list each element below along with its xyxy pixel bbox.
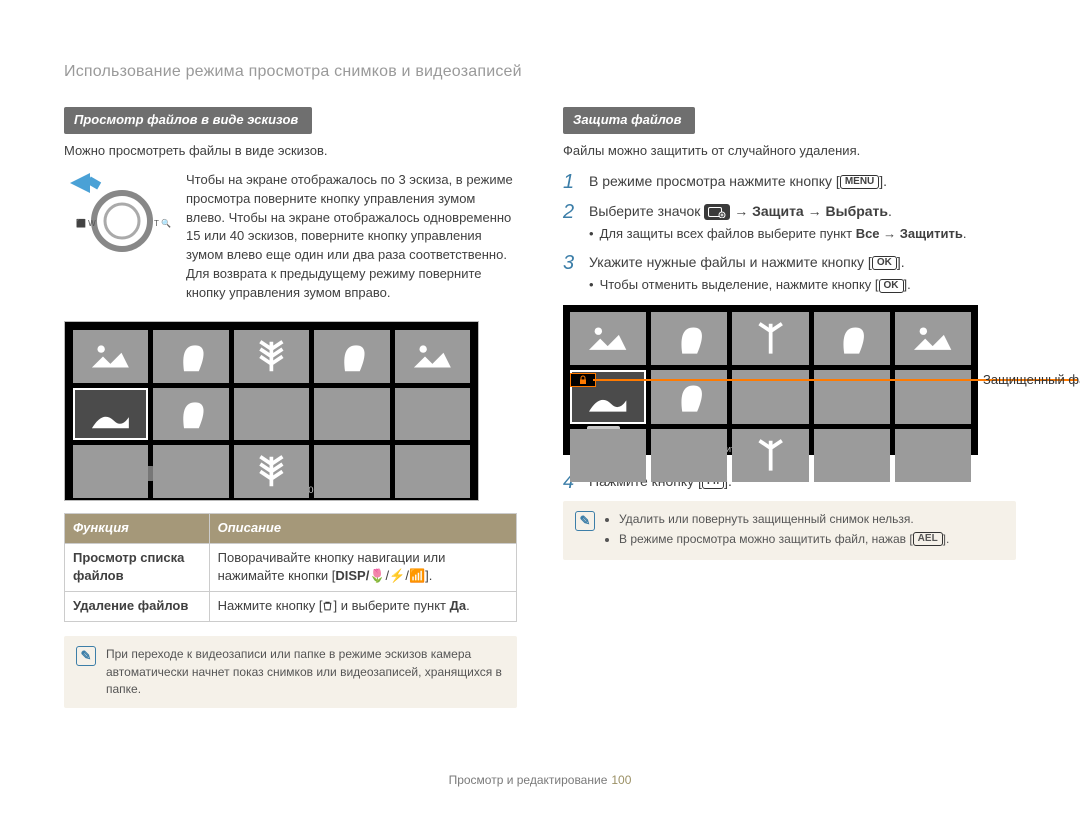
function-table: Функция Описание Просмотр списка файлов …	[64, 513, 517, 622]
step-1: 1 В режиме просмотра нажмите кнопку [MEN…	[563, 171, 1016, 193]
note-right: ✎ Удалить или повернуть защищенный снимо…	[563, 501, 1016, 560]
callout-protected-file: Защищенный файл	[983, 371, 1080, 390]
lead-protect: Файлы можно защитить от случайного удале…	[563, 142, 1016, 161]
zoom-tip-text: Чтобы на экране отображалось по 3 эскиза…	[186, 171, 517, 303]
step-2: 2 Выберите значок → Защита → Выбрать. Дл…	[563, 201, 1016, 244]
ok-button-icon: OK	[879, 279, 904, 293]
ok-button-icon: OK	[872, 256, 897, 270]
protect-screen-illustration: ◀ 01.01 OK Выбрать Fn Установить	[563, 305, 978, 455]
wifi-icon: 📶	[409, 568, 425, 583]
th-description: Описание	[209, 513, 516, 543]
section-header-protect: Защита файлов	[563, 107, 695, 134]
section-header-thumbnails: Просмотр файлов в виде эскизов	[64, 107, 312, 134]
device-settings-icon	[704, 204, 730, 220]
svg-text:⬛ W: ⬛ W	[76, 218, 96, 228]
page-title: Использование режима просмотра снимков и…	[64, 60, 1016, 83]
macro-icon: 🌷	[369, 568, 385, 583]
page-footer: Просмотр и редактирование100	[0, 772, 1080, 789]
info-icon: ✎	[76, 646, 96, 666]
note-left: ✎ При переходе к видеозаписи или папке в…	[64, 636, 517, 708]
lead-thumbnails: Можно просмотреть файлы в виде эскизов.	[64, 142, 517, 161]
step-3: 3 Укажите нужные файлы и нажмите кнопку …	[563, 252, 1016, 295]
flash-icon: ⚡	[389, 568, 405, 583]
menu-button-icon: MENU	[840, 175, 879, 189]
ael-button-icon: AEL	[913, 532, 943, 546]
thumbnail-screen-illustration: ◀ 01.01 02 07.01 ▶ MENUМеню 2012.07.01 1…	[64, 321, 479, 501]
zoom-dial-illustration: ⬛ W T 🔍	[64, 171, 174, 262]
info-icon: ✎	[575, 511, 595, 531]
trash-icon	[322, 598, 333, 613]
svg-text:T 🔍: T 🔍	[154, 218, 171, 228]
th-function: Функция	[65, 513, 210, 543]
